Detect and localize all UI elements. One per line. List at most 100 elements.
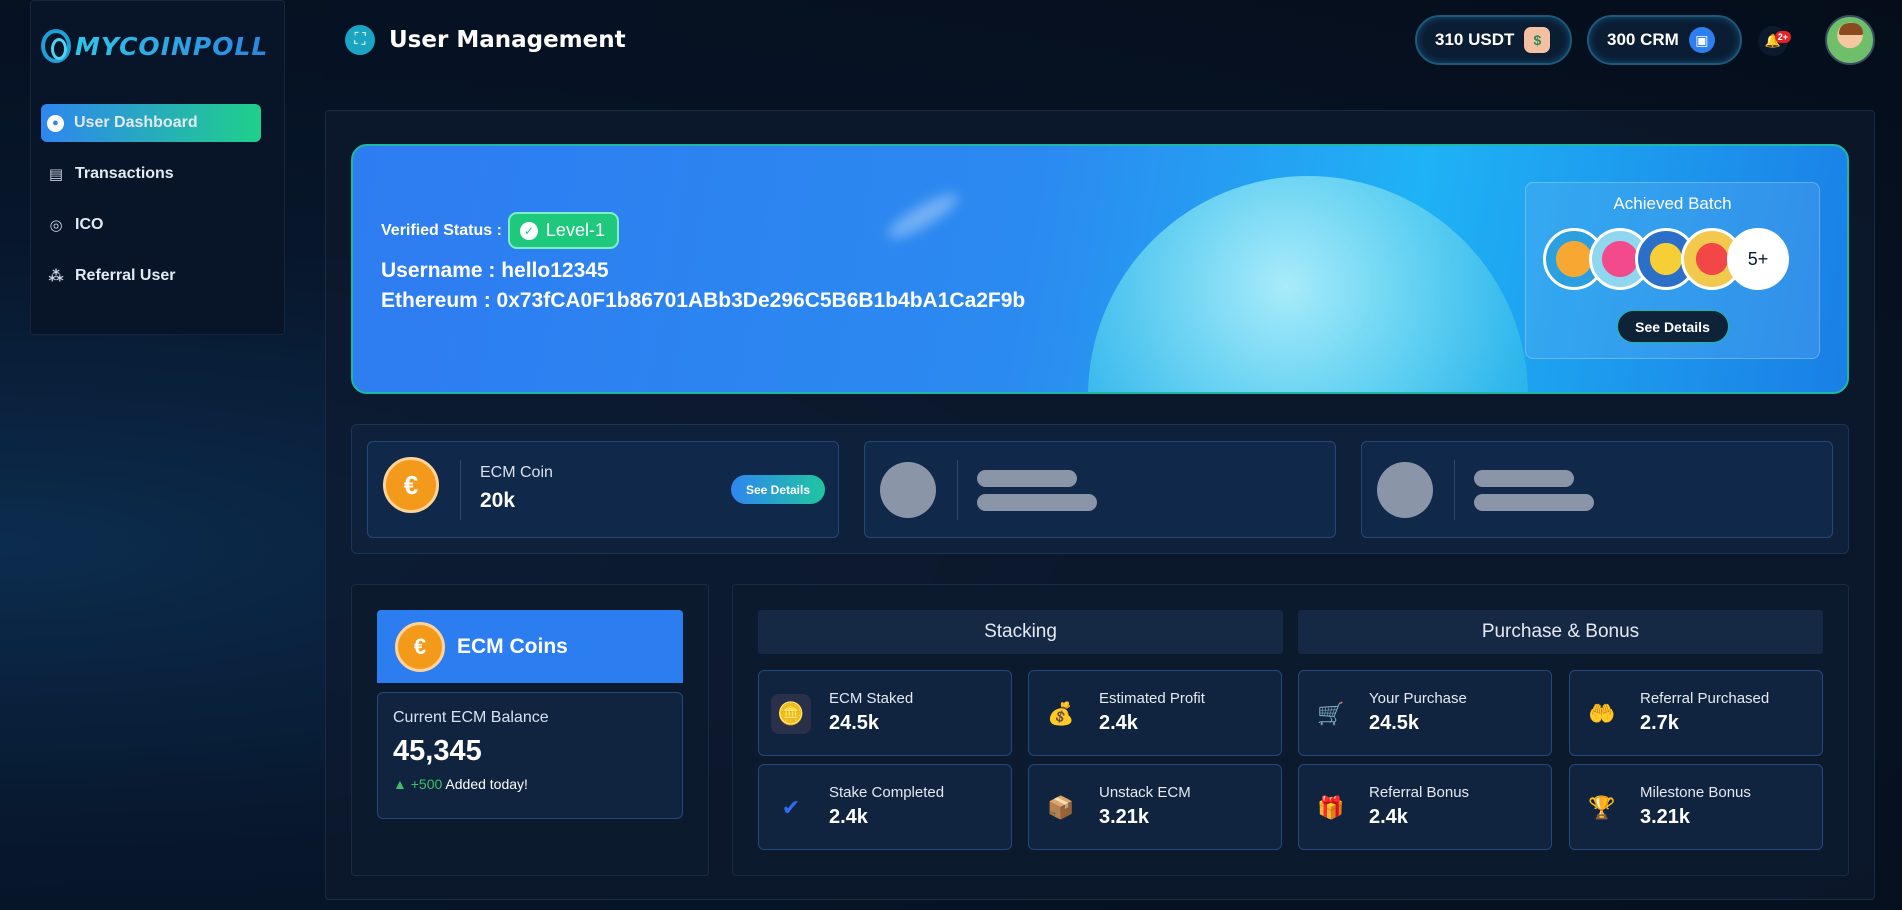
arrow-up-icon: ▲ bbox=[393, 776, 407, 792]
sidebar-item-label: ICO bbox=[75, 216, 104, 233]
cart-icon: 🛒 bbox=[1317, 701, 1345, 726]
skeleton-line bbox=[1474, 494, 1594, 511]
stat-card-milestone-bonus: 🏆 Milestone Bonus 3.21k bbox=[1569, 764, 1823, 850]
change-amount: +500 bbox=[410, 776, 443, 792]
skeleton-avatar bbox=[880, 462, 936, 518]
ecm-balance-card: Current ECM Balance 45,345 ▲ +500 Added … bbox=[377, 692, 683, 819]
divider bbox=[1454, 460, 1455, 520]
coin-name: ECM Coin bbox=[480, 464, 553, 481]
referral-icon: ⁂ bbox=[48, 268, 64, 285]
badge-list: 5+ bbox=[1543, 228, 1819, 290]
stat-value: 24.5k bbox=[1369, 712, 1420, 734]
unstack-box-icon: 📦 bbox=[1047, 795, 1075, 820]
stat-label: Referral Bonus bbox=[1369, 784, 1470, 801]
notification-badge: 2+ bbox=[1774, 31, 1791, 43]
stat-value: 24.5k bbox=[829, 712, 880, 734]
stat-card-unstack-ecm: 📦 Unstack ECM 3.21k bbox=[1028, 764, 1282, 850]
stat-label: Estimated Profit bbox=[1099, 690, 1205, 707]
balance-value: 45,345 bbox=[393, 735, 482, 767]
divider bbox=[957, 460, 958, 520]
stat-card-referral-purchased: 🤲 Referral Purchased 2.7k bbox=[1569, 670, 1823, 756]
sidebar-item-transactions[interactable]: ▤ Transactions bbox=[41, 155, 261, 193]
wallet-icon: ▣ bbox=[1688, 27, 1715, 53]
gift-icon: 🎁 bbox=[1317, 795, 1345, 820]
decorative-bubble bbox=[1088, 176, 1528, 392]
ecm-coin-icon: € bbox=[395, 621, 445, 672]
crm-balance-pill[interactable]: 300 CRM ▣ bbox=[1587, 15, 1742, 65]
main-content: Verified Status : ✓ Level-1 Username : h… bbox=[325, 110, 1875, 900]
sidebar-item-label: Transactions bbox=[75, 165, 174, 182]
sidebar-item-ico[interactable]: ◎ ICO bbox=[41, 206, 261, 244]
profile-info: Verified Status : ✓ Level-1 Username : h… bbox=[381, 212, 1025, 313]
sidebar-item-label: User Dashboard bbox=[74, 114, 198, 131]
balance-change: ▲ +500 Added today! bbox=[393, 776, 667, 792]
change-text: Added today! bbox=[445, 776, 528, 792]
ecm-coin-card: € ECM Coin 20k See Details bbox=[367, 441, 839, 538]
user-icon: ● bbox=[47, 114, 64, 132]
stat-value: 2.7k bbox=[1640, 712, 1679, 734]
stat-card-stake-completed: ✔ Stake Completed 2.4k bbox=[758, 764, 1012, 850]
coin-value: 20k bbox=[480, 489, 516, 512]
sidebar-item-label: Referral User bbox=[75, 267, 176, 284]
skeleton-line bbox=[977, 494, 1097, 511]
stat-label: Referral Purchased bbox=[1640, 690, 1770, 707]
notification-button[interactable]: 🔔 2+ bbox=[1758, 26, 1791, 56]
stat-value: 3.21k bbox=[1640, 806, 1691, 828]
balance-label: Current ECM Balance bbox=[393, 709, 549, 726]
stat-value: 3.21k bbox=[1099, 806, 1150, 828]
verified-label: Verified Status : bbox=[381, 221, 502, 239]
stat-value: 2.4k bbox=[829, 806, 868, 828]
batch-see-details-button[interactable]: See Details bbox=[1616, 310, 1729, 343]
wallet-card-icon: $ bbox=[1524, 27, 1551, 53]
logo-icon bbox=[41, 29, 71, 63]
ecm-coins-panel: € ECM Coins Current ECM Balance 45,345 ▲… bbox=[351, 584, 709, 876]
stat-value: 2.4k bbox=[1099, 712, 1138, 734]
level-badge: ✓ Level-1 bbox=[507, 212, 619, 249]
ethereum-address: Ethereum : 0x73fCA0F1b86701ABb3De296C5B6… bbox=[381, 289, 1026, 312]
usdt-balance-pill[interactable]: 310 USDT $ bbox=[1415, 15, 1572, 65]
logo[interactable]: MYCOINPOLL bbox=[41, 29, 268, 63]
stat-label: Your Purchase bbox=[1369, 690, 1467, 707]
app-root: MYCOINPOLL ● User Dashboard ▤ Transactio… bbox=[0, 0, 1902, 910]
header-title-area: ⛶ User Management bbox=[325, 0, 655, 80]
stat-label: Unstack ECM bbox=[1099, 784, 1191, 801]
username: Username : hello12345 bbox=[381, 259, 609, 282]
skeleton-avatar bbox=[1377, 462, 1433, 518]
coin-see-details-button[interactable]: See Details bbox=[731, 475, 825, 504]
ico-icon: ◎ bbox=[49, 217, 63, 234]
loading-card bbox=[864, 441, 1336, 538]
stat-value: 2.4k bbox=[1369, 806, 1408, 828]
header: ⛶ User Management 310 USDT $ 300 CRM ▣ 🔔… bbox=[325, 0, 1885, 80]
check-icon: ✓ bbox=[519, 221, 538, 240]
money-bag-icon: 💰 bbox=[1047, 701, 1075, 726]
stat-card-ecm-staked: 🪙 ECM Staked 24.5k bbox=[758, 670, 1012, 756]
stats-panel: Stacking Purchase & Bonus 🪙 ECM Staked 2… bbox=[732, 584, 1849, 876]
usdt-balance: 310 USDT bbox=[1435, 30, 1515, 49]
sidebar-item-referral-user[interactable]: ⁂ Referral User bbox=[41, 257, 261, 295]
ecm-coin-icon: € bbox=[383, 457, 439, 513]
achieved-batch-card: Achieved Batch 5+ See Details bbox=[1525, 182, 1820, 359]
more-badges[interactable]: 5+ bbox=[1727, 228, 1789, 290]
batch-title: Achieved Batch bbox=[1613, 194, 1732, 213]
sidebar-item-user-dashboard[interactable]: ● User Dashboard bbox=[41, 104, 261, 142]
sidebar: MYCOINPOLL ● User Dashboard ▤ Transactio… bbox=[30, 0, 285, 335]
loading-card bbox=[1361, 441, 1833, 538]
purchase-bonus-header: Purchase & Bonus bbox=[1298, 610, 1823, 654]
page-title: User Management bbox=[389, 27, 626, 53]
skeleton-line bbox=[1474, 470, 1574, 487]
referral-purchase-icon: 🤲 bbox=[1588, 701, 1616, 726]
avatar[interactable] bbox=[1825, 15, 1875, 65]
stat-card-estimated-profit: 💰 Estimated Profit 2.4k bbox=[1028, 670, 1282, 756]
verified-status: Verified Status : ✓ Level-1 bbox=[381, 212, 1025, 249]
expand-icon[interactable]: ⛶ bbox=[345, 25, 375, 55]
check-badge-icon: ✔ bbox=[781, 795, 801, 820]
ecm-coins-title: ECM Coins bbox=[457, 634, 568, 658]
stat-card-your-purchase: 🛒 Your Purchase 24.5k bbox=[1298, 670, 1552, 756]
stacking-header: Stacking bbox=[758, 610, 1283, 654]
sidebar-nav: ● User Dashboard ▤ Transactions ◎ ICO ⁂ … bbox=[41, 104, 261, 308]
crm-balance: 300 CRM bbox=[1607, 30, 1679, 49]
logo-text: MYCOINPOLL bbox=[75, 31, 269, 61]
ecm-coins-header: € ECM Coins bbox=[377, 610, 683, 683]
coin-cards-row: € ECM Coin 20k See Details bbox=[351, 424, 1849, 554]
stat-card-referral-bonus: 🎁 Referral Bonus 2.4k bbox=[1298, 764, 1552, 850]
